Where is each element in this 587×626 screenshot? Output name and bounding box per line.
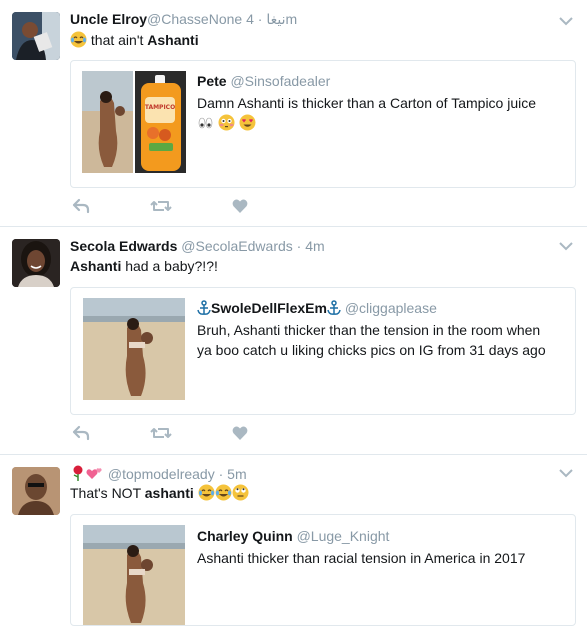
joy-emoji-icon — [215, 484, 232, 501]
tweet-text: that ain't Ashanti — [70, 31, 199, 48]
quoted-photo-juice[interactable]: TAMPICO — [135, 71, 186, 173]
timestamp[interactable]: 4m — [305, 238, 324, 254]
user-handle[interactable]: @ChasseNone — [147, 11, 242, 27]
separator-dot: · — [292, 238, 306, 254]
flushed-emoji-icon — [218, 114, 235, 131]
tweet-text-pre: that ain't — [87, 32, 148, 48]
joy-emoji-icon — [198, 484, 215, 501]
quoted-handle[interactable]: @Luge_Knight — [297, 528, 390, 544]
retweet-icon[interactable] — [150, 198, 172, 214]
quoted-photo[interactable] — [82, 71, 133, 173]
quoted-display-name[interactable]: Charley Quinn — [197, 528, 293, 544]
display-name[interactable]: Uncle Elroy — [70, 11, 147, 27]
user-handle[interactable]: @topmodelready — [108, 466, 215, 482]
tweet-header: Secola Edwards @SecolaEdwards · 4m — [70, 238, 325, 254]
tweet-text-pre: That's NOT — [70, 485, 145, 501]
quoted-display-name[interactable]: SwoleDellFlexEm — [211, 300, 327, 316]
retweet-icon[interactable] — [150, 425, 172, 441]
quoted-text-line1: Ashanti thicker than racial tension in A… — [197, 550, 526, 566]
quoted-display-name[interactable]: Pete — [197, 73, 227, 89]
avatar[interactable] — [12, 467, 60, 515]
tweet-text-bold: Ashanti — [147, 32, 199, 48]
quoted-emoji-row — [197, 113, 567, 133]
tweet-text: Ashanti had a baby?!?! — [70, 258, 218, 274]
avatar-image — [12, 467, 60, 515]
rose-icon[interactable] — [70, 465, 86, 482]
quoted-tweet[interactable]: SwoleDellFlexEm @cliggaplease Bruh, Asha… — [70, 287, 576, 415]
eye-roll-emoji-icon — [232, 484, 249, 501]
tweet-header: Uncle Elroy@ChasseNone نيغا · 4m — [70, 11, 297, 28]
quoted-text: Ashanti thicker than racial tension in A… — [197, 548, 569, 568]
chevron-down-icon[interactable] — [559, 16, 573, 26]
avatar-image — [12, 239, 60, 287]
tweet-text: That's NOT ashanti — [70, 484, 249, 501]
tweet: @topmodelready · 5m That's NOT ashanti C… — [0, 455, 587, 626]
separator-dot: · — [214, 466, 228, 482]
avatar-image — [12, 12, 60, 60]
display-name[interactable]: Secola Edwards — [70, 238, 177, 254]
quoted-photo[interactable] — [83, 525, 185, 625]
chevron-down-icon[interactable] — [559, 468, 573, 478]
quoted-handle[interactable]: @Sinsofadealer — [230, 73, 330, 89]
avatar[interactable] — [12, 239, 60, 287]
like-icon[interactable] — [232, 425, 248, 441]
quoted-tweet[interactable]: Charley Quinn @Luge_Knight Ashanti thick… — [70, 514, 576, 626]
timestamp[interactable]: 5m — [227, 466, 246, 482]
tweet: Uncle Elroy@ChasseNone نيغا · 4m that ai… — [0, 0, 587, 226]
tweet-header: @topmodelready · 5m — [70, 465, 247, 482]
jug-label: TAMPICO — [145, 104, 175, 111]
quoted-tweet[interactable]: TAMPICO Pete @Sinsofadealer Damn Ashanti… — [70, 60, 576, 188]
quoted-handle[interactable]: @cliggaplease — [345, 300, 437, 316]
quoted-text: Bruh, Ashanti thicker than the tension i… — [197, 320, 569, 360]
quoted-text-line1: Bruh, Ashanti thicker than the tension i… — [197, 322, 541, 338]
quoted-header: Charley Quinn @Luge_Knight — [197, 528, 389, 544]
tweet-text-bold: ashanti — [144, 485, 194, 501]
separator-dot: · — [253, 11, 267, 27]
chevron-down-icon[interactable] — [559, 241, 573, 251]
like-icon[interactable] — [232, 198, 248, 214]
anchor-icon — [197, 300, 211, 315]
quoted-photo[interactable] — [83, 298, 185, 400]
avatar[interactable] — [12, 12, 60, 60]
quoted-text-line2: ya boo catch u liking chicks pics on IG … — [197, 342, 546, 358]
tweet-text-bold: Ashanti — [70, 258, 122, 274]
quoted-text: Damn Ashanti is thicker than a Carton of… — [197, 93, 567, 133]
eyes-emoji-icon — [198, 117, 213, 129]
heart-eyes-emoji-icon — [239, 114, 256, 131]
tweet-text-post: had a baby?!?! — [121, 258, 218, 274]
tweet: Secola Edwards @SecolaEdwards · 4m Ashan… — [0, 227, 587, 454]
reply-icon[interactable] — [72, 198, 90, 214]
tweet-actions — [70, 198, 270, 218]
hearts-icon[interactable] — [86, 465, 104, 482]
reply-icon[interactable] — [72, 425, 90, 441]
joy-emoji-icon — [70, 31, 87, 48]
quoted-header: SwoleDellFlexEm @cliggaplease — [197, 300, 437, 316]
anchor-icon — [327, 300, 341, 315]
user-handle[interactable]: @SecolaEdwards — [181, 238, 293, 254]
quoted-text-line1: Damn Ashanti is thicker than a Carton of… — [197, 95, 537, 111]
quoted-header: Pete @Sinsofadealer — [197, 73, 330, 89]
tweet-actions — [70, 425, 270, 445]
